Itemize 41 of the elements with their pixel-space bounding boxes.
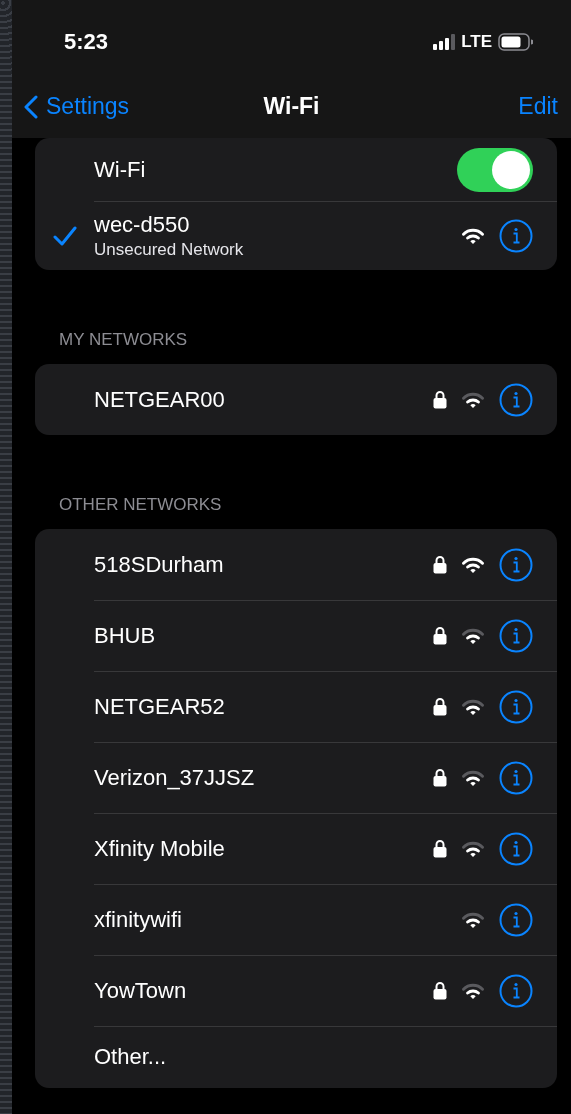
info-button[interactable] bbox=[499, 760, 533, 795]
network-name: Xfinity Mobile bbox=[94, 835, 226, 862]
info-button[interactable] bbox=[499, 547, 533, 582]
back-link[interactable]: Settings bbox=[24, 93, 130, 120]
section-header: OTHER NETWORKS bbox=[58, 494, 223, 516]
network-row[interactable]: Verizon_37JJSZ bbox=[35, 742, 557, 813]
other-network-item[interactable]: Other... bbox=[94, 1044, 557, 1070]
info-button[interactable] bbox=[499, 831, 533, 866]
network-row[interactable]: 518SDurham bbox=[35, 529, 557, 600]
info-button[interactable] bbox=[499, 689, 533, 724]
info-button[interactable] bbox=[499, 218, 533, 253]
network-name: NETGEAR00 bbox=[94, 386, 226, 413]
network-name: 518SDurham bbox=[94, 551, 225, 578]
network-row[interactable]: Xfinity Mobile bbox=[35, 813, 557, 884]
network-row[interactable]: wec-d550 Unsecured Network bbox=[35, 201, 557, 270]
info-button[interactable] bbox=[499, 973, 533, 1008]
network-name: Verizon_37JJSZ bbox=[94, 764, 256, 791]
network-name: wec-d550 bbox=[94, 211, 191, 238]
network-row[interactable]: xfinitywifi bbox=[35, 884, 557, 955]
network-name: xfinitywifi bbox=[94, 906, 183, 933]
network-name: NETGEAR52 bbox=[94, 693, 226, 720]
network-type: LTE bbox=[461, 31, 492, 52]
info-button[interactable] bbox=[499, 618, 533, 653]
info-button[interactable] bbox=[499, 902, 533, 937]
network-row[interactable]: BHUB bbox=[35, 600, 557, 671]
edit-link[interactable]: Edit bbox=[518, 93, 558, 120]
battery-icon bbox=[498, 32, 533, 51]
wifi-label: Wi-Fi bbox=[94, 156, 147, 183]
network-status: Unsecured Network bbox=[94, 239, 245, 260]
page-title: Wi-Fi bbox=[263, 93, 320, 120]
section-header: MY NETWORKS bbox=[58, 329, 189, 351]
network-row[interactable]: NETGEAR52 bbox=[35, 671, 557, 742]
wifi-toggle[interactable] bbox=[457, 147, 533, 192]
back-chevron-icon bbox=[24, 94, 38, 119]
network-name: YowTown bbox=[94, 977, 188, 1004]
network-row[interactable]: NETGEAR00 bbox=[35, 364, 557, 435]
clock: 5:23 bbox=[64, 27, 109, 55]
info-button[interactable] bbox=[499, 382, 533, 417]
network-name: BHUB bbox=[94, 622, 157, 649]
cellular-signal-icon bbox=[433, 33, 456, 50]
network-row[interactable]: YowTown bbox=[35, 955, 557, 1026]
